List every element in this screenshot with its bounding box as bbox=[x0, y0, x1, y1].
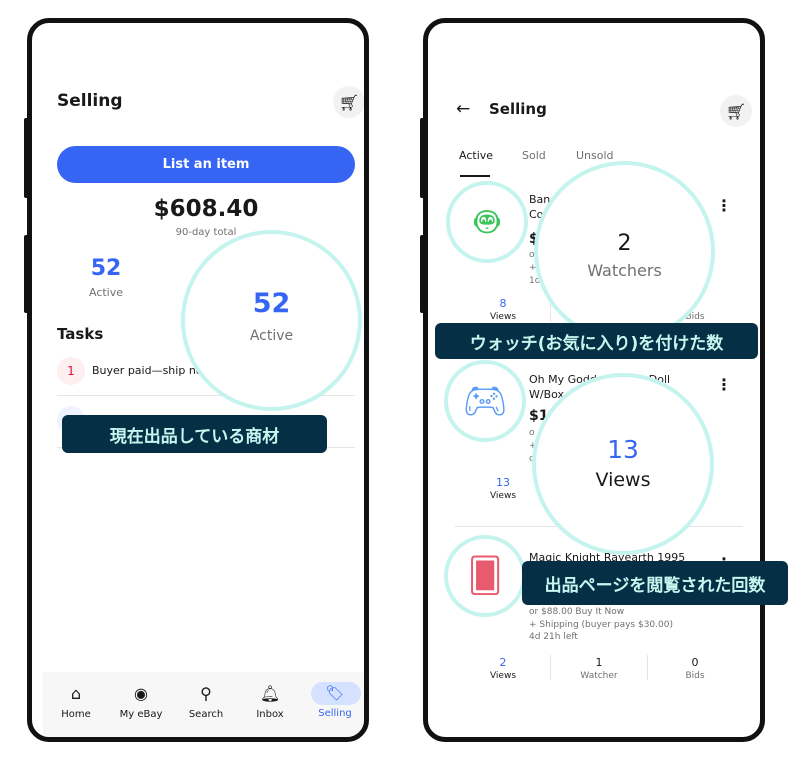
item-image-robot[interactable]: 🤖︎ bbox=[446, 181, 528, 263]
bell-icon: 🔔︎ bbox=[259, 684, 281, 703]
trading-cards-icon: 🂠 bbox=[467, 556, 503, 596]
nav-selling[interactable]: 🏷︎ Selling bbox=[305, 672, 364, 719]
active-label: Active bbox=[88, 286, 124, 299]
highlight-circle: 52 Active bbox=[181, 230, 362, 411]
nav-search[interactable]: ⚲ Search bbox=[176, 672, 236, 720]
cart-button[interactable]: 🛒︎ bbox=[720, 95, 752, 127]
stat-divider bbox=[550, 655, 551, 680]
bottom-nav: ⌂ Home ◉ My eBay ⚲ Search 🔔︎ Inbox 🏷︎ Selling bbox=[43, 672, 364, 737]
callout-views-count: 13 bbox=[607, 435, 639, 464]
item-image-cards[interactable]: 🂠 bbox=[444, 535, 526, 617]
callout-active-label: Active bbox=[249, 328, 294, 344]
tasks-title: Tasks bbox=[57, 325, 104, 343]
views-label: Views bbox=[489, 491, 517, 501]
back-arrow-icon[interactable]: ← bbox=[456, 99, 470, 119]
views-count: 8 bbox=[499, 297, 507, 310]
watchers-label: Watcher bbox=[580, 671, 618, 681]
item-image-controller[interactable]: 🎮︎ bbox=[444, 360, 526, 442]
cart-button[interactable]: 🛒︎ bbox=[333, 86, 364, 118]
bids-label: Bids bbox=[685, 671, 705, 681]
user-icon: ◉ bbox=[134, 684, 148, 703]
page-title: Selling bbox=[57, 91, 123, 111]
annotation-label: 現在出品している商材 bbox=[62, 415, 327, 453]
callout-views-label: Views bbox=[595, 469, 651, 491]
more-options-icon[interactable]: ⋮ bbox=[716, 198, 732, 214]
nav-my-ebay[interactable]: ◉ My eBay bbox=[111, 672, 171, 720]
tab-sold[interactable]: Sold bbox=[522, 149, 546, 162]
nav-inbox[interactable]: 🔔︎ Inbox bbox=[240, 672, 300, 720]
game-controller-icon: 🎮︎ bbox=[462, 381, 508, 422]
tag-icon: 🏷︎ bbox=[325, 684, 345, 702]
stat-divider bbox=[647, 655, 648, 680]
page-title: Selling bbox=[489, 100, 547, 118]
views-count: 13 bbox=[496, 476, 510, 489]
callout-active-count: 52 bbox=[252, 288, 291, 319]
phone-right: ← Selling 🛒︎ Active Sold Unsold 🤖︎ Ban Co… bbox=[423, 18, 765, 742]
robot-icon: 🤖︎ bbox=[475, 198, 499, 245]
total-label: 90-day total bbox=[175, 227, 237, 238]
home-icon: ⌂ bbox=[70, 684, 82, 703]
highlight-circle: 13 Views bbox=[532, 373, 714, 555]
annotation-label-views: 出品ページを閲覧された回数 bbox=[522, 561, 788, 605]
views-label: Views bbox=[489, 312, 517, 322]
search-icon: ⚲ bbox=[200, 684, 212, 703]
tab-unsold[interactable]: Unsold bbox=[576, 149, 614, 162]
total-amount: $608.40 bbox=[153, 196, 259, 222]
callout-watchers-count: 2 bbox=[617, 231, 632, 256]
task-text[interactable]: Buyer paid—ship no bbox=[92, 364, 203, 377]
views-label: Views bbox=[489, 671, 517, 681]
tab-active[interactable]: Active bbox=[459, 149, 493, 162]
cart-icon: 🛒︎ bbox=[725, 101, 747, 121]
active-count[interactable]: 52 bbox=[91, 256, 122, 281]
highlight-circle: 2 Watchers bbox=[534, 161, 715, 342]
bids-count: 0 bbox=[691, 656, 699, 669]
cart-icon: 🛒︎ bbox=[338, 92, 360, 112]
task-count-badge: 1 bbox=[57, 357, 85, 385]
annotation-label-watchers: ウォッチ(お気に入り)を付けた数 bbox=[435, 323, 758, 359]
more-options-icon[interactable]: ⋮ bbox=[716, 377, 732, 393]
callout-watchers-label: Watchers bbox=[587, 261, 662, 280]
watchers-count: 1 bbox=[595, 656, 603, 669]
item-details: or $88.00 Buy It Now + Shipping (buyer pa… bbox=[529, 607, 673, 642]
list-item-button[interactable]: List an item bbox=[57, 146, 355, 183]
nav-home[interactable]: ⌂ Home bbox=[46, 672, 106, 720]
tab-underline bbox=[460, 175, 490, 177]
views-count: 2 bbox=[499, 656, 507, 669]
phone-left: Selling 🛒︎ List an item $608.40 90-day t… bbox=[27, 18, 369, 742]
